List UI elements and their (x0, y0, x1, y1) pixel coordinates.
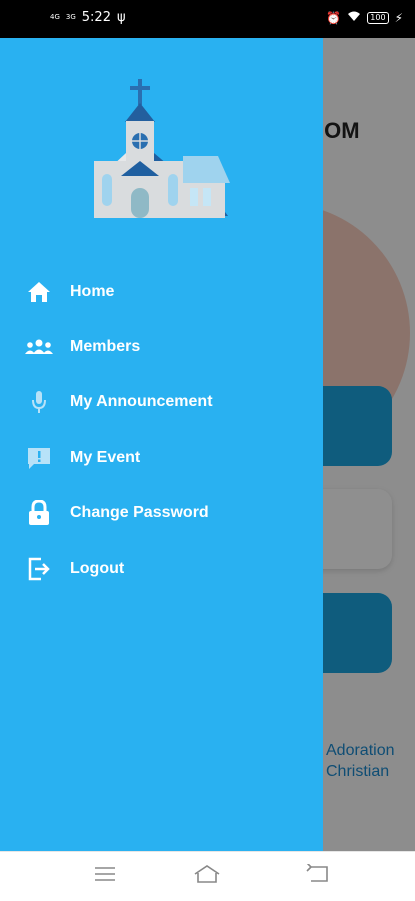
alarm-icon: ⏰ (326, 10, 342, 25)
battery-level: 100 (367, 11, 389, 24)
status-bar: 4G 3G 5:22 ψ ⏰ 100 ⚡ (0, 0, 415, 38)
microphone-icon (24, 387, 54, 417)
system-nav-bar (0, 851, 415, 901)
menu-label-home: Home (70, 282, 115, 300)
navigation-drawer: Home Members My Announcement My Event Ch… (0, 38, 323, 851)
menu-label-logout: Logout (70, 559, 125, 577)
event-message-icon (24, 443, 54, 473)
menu-label-change-password: Change Password (70, 504, 209, 522)
charging-icon: ⚡ (394, 10, 403, 25)
menu-icon (94, 866, 116, 887)
menu-item-members[interactable]: Members (0, 319, 323, 374)
status-time: 5:22 (81, 10, 111, 25)
drawer-menu: Home Members My Announcement My Event Ch… (0, 264, 323, 596)
menu-label-my-announcement: My Announcement (70, 393, 213, 411)
menu-label-my-event: My Event (70, 448, 141, 466)
members-icon (24, 332, 54, 362)
menu-item-logout[interactable]: Logout (0, 541, 323, 596)
home-button[interactable] (192, 864, 222, 888)
home-icon (193, 864, 221, 889)
logout-icon (24, 554, 54, 584)
menu-item-change-password[interactable]: Change Password (0, 486, 323, 541)
wifi-icon (347, 10, 361, 25)
status-right: ⏰ 100 ⚡ (326, 10, 403, 25)
signal-1-label: 4G (50, 13, 60, 21)
back-icon (305, 861, 329, 889)
lock-icon (24, 498, 54, 528)
signal-2-label: 3G (65, 13, 76, 21)
menu-item-my-event[interactable]: My Event (0, 430, 323, 485)
recent-apps-button[interactable] (90, 864, 120, 888)
church-logo (94, 79, 230, 218)
usb-icon: ψ (116, 10, 126, 25)
menu-label-members: Members (70, 338, 141, 356)
menu-item-home[interactable]: Home (0, 264, 323, 319)
menu-item-my-announcement[interactable]: My Announcement (0, 375, 323, 430)
home-icon (24, 277, 54, 307)
status-left: 4G 3G 5:22 ψ (50, 10, 126, 25)
back-button[interactable] (302, 861, 332, 889)
